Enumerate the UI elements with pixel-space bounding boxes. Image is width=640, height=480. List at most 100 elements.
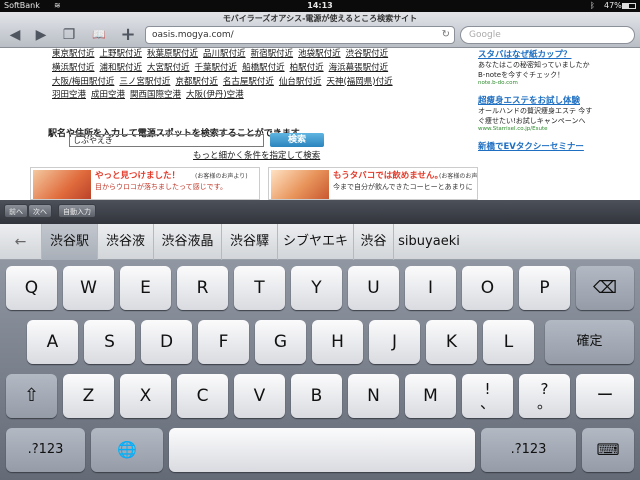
search-button[interactable]: 検索 [270,133,324,147]
candidate-item[interactable]: 渋谷駅 [42,224,98,260]
status-bar: SoftBank ≋ 14:13 ᛒ 47% [0,0,640,12]
station-link[interactable]: 横浜駅付近 [52,63,95,73]
station-link[interactable]: 柏駅付近 [290,63,324,73]
key-comma[interactable]: ! 、 [462,374,513,418]
station-link[interactable]: 秋葉原駅付近 [147,49,198,59]
key-f[interactable]: F [198,320,249,364]
station-link[interactable]: 関西国際空港 [130,90,181,100]
station-link[interactable]: 名古屋駅付近 [223,77,274,87]
station-link[interactable]: 東京駅付近 [52,49,95,59]
autofill-button[interactable]: 自動入力 [58,204,96,218]
ad-link-3[interactable]: 新橋でEVタクシーセミナー [478,140,598,152]
key-y[interactable]: Y [291,266,342,310]
candidate-item[interactable]: sibuyaeki [394,224,464,260]
key-k[interactable]: K [426,320,477,364]
key-i[interactable]: I [405,266,456,310]
station-link[interactable]: 池袋駅付近 [298,49,341,59]
banner-note: (お客様のお声より) [195,173,248,180]
candidate-item[interactable]: シブヤエキ [278,224,354,260]
banner-note: (お客様のお声より) [439,173,478,180]
key-period-bottom: 。 [536,394,552,412]
key-g[interactable]: G [255,320,306,364]
station-link[interactable]: 上野駅付近 [100,49,143,59]
ad-link-1[interactable]: スタバはなぜ紙カップ？ [478,48,598,60]
key-e[interactable]: E [120,266,171,310]
station-link[interactable]: 品川駅付近 [203,49,246,59]
ad-link-2[interactable]: 超痩身エステをお試し体験 [478,94,598,106]
key-r[interactable]: R [177,266,228,310]
station-link[interactable]: 船橋駅付近 [242,63,285,73]
station-link[interactable]: 浦和駅付近 [100,63,143,73]
key-u[interactable]: U [348,266,399,310]
numbers-key-right[interactable]: .?123 [481,428,576,472]
station-link[interactable]: 羽田空港 [52,90,86,100]
key-n[interactable]: N [348,374,399,418]
candidate-item[interactable]: 渋谷液晶 [154,224,222,260]
bookmarks-icon[interactable]: 📖 [88,26,110,44]
station-link[interactable]: 海浜幕張駅付近 [329,63,389,73]
key-v[interactable]: V [234,374,285,418]
reload-icon[interactable]: ↻ [442,27,450,43]
ad-banner-2[interactable]: もうタバコでは飲めません。 (お客様のお声より) 今まで自分が飲んできたコーヒー… [268,167,478,200]
key-p[interactable]: P [519,266,570,310]
space-bar[interactable] [169,428,475,472]
key-w[interactable]: W [63,266,114,310]
key-h[interactable]: H [312,320,363,364]
key-q[interactable]: Q [6,266,57,310]
delete-icon[interactable]: ⌫ [576,266,634,310]
key-period[interactable]: ? 。 [519,374,570,418]
station-search-input[interactable]: しぶやえき [69,134,264,147]
back-icon[interactable]: ◀ [4,26,26,44]
tabs-icon[interactable]: ❐ [58,26,80,44]
forward-icon[interactable]: ▶ [30,26,52,44]
key-s[interactable]: S [84,320,135,364]
station-link[interactable]: 三ノ宮駅付近 [119,77,170,87]
key-x[interactable]: X [120,374,171,418]
station-link[interactable]: 渋谷駅付近 [346,49,389,59]
station-link[interactable]: 大阪/梅田駅付近 [52,77,114,87]
bluetooth-icon: ᛒ [590,1,595,10]
key-period-top: ? [540,380,549,398]
ad-text-1: あなたはこの秘密知っていましたか B-noteを今すぐチェック！ [478,61,590,79]
ad-banner-1[interactable]: やっと見つけました！ (お客様のお声より) 目からウロコが落ちましたって感じです… [30,167,260,200]
hide-keyboard-icon[interactable]: ⌨ [582,428,634,472]
key-z[interactable]: Z [63,374,114,418]
station-link[interactable]: 大阪(伊丹)空港 [186,90,244,100]
key-a[interactable]: A [27,320,78,364]
station-link[interactable]: 千葉駅付近 [195,63,238,73]
previous-field-button[interactable]: 前へ [4,204,28,218]
banner-image [33,170,91,199]
candidate-back-icon[interactable]: ← [0,224,42,260]
address-bar[interactable]: oasis.mogya.com/ ↻ [145,26,455,44]
key-c[interactable]: C [177,374,228,418]
station-link[interactable]: 仙台駅付近 [279,77,322,87]
confirm-button[interactable]: 確定 [545,320,634,364]
station-link[interactable]: 大宮駅付近 [147,63,190,73]
key-o[interactable]: O [462,266,513,310]
station-links: 東京駅付近 上野駅付近 秋葉原駅付近 品川駅付近 新宿駅付近 池袋駅付近 渋谷駅付近横浜駅付… [52,48,462,103]
key-t[interactable]: T [234,266,285,310]
key-m[interactable]: M [405,374,456,418]
conversion-candidates: ← 渋谷駅 渋谷液 渋谷液晶 渋谷驛 シブヤエキ 渋谷 sibuyaeki [0,224,640,260]
add-icon[interactable]: + [117,26,139,44]
numbers-key-left[interactable]: .?123 [6,428,85,472]
banner-title: もうタバコでは飲めません。 [333,171,443,181]
station-link[interactable]: 天神(福岡県)付近 [326,77,392,87]
page-title: モバイラーズオアシス-電源が使えるところ検索サイト [222,14,418,23]
key-l[interactable]: L [483,320,534,364]
station-link[interactable]: 京都駅付近 [175,77,218,87]
candidate-item[interactable]: 渋谷 [354,224,394,260]
station-link[interactable]: 成田空港 [91,90,125,100]
key-dash[interactable]: ー [576,374,634,418]
globe-icon[interactable]: 🌐 [91,428,163,472]
candidate-item[interactable]: 渋谷驛 [222,224,278,260]
key-j[interactable]: J [369,320,420,364]
key-b[interactable]: B [291,374,342,418]
advanced-search-link[interactable]: もっと細かく条件を指定して検索 [193,149,320,161]
station-link[interactable]: 新宿駅付近 [251,49,294,59]
candidate-item[interactable]: 渋谷液 [98,224,154,260]
key-d[interactable]: D [141,320,192,364]
shift-icon[interactable]: ⇧ [6,374,57,418]
search-field[interactable]: Google [460,26,635,44]
next-field-button[interactable]: 次へ [28,204,52,218]
